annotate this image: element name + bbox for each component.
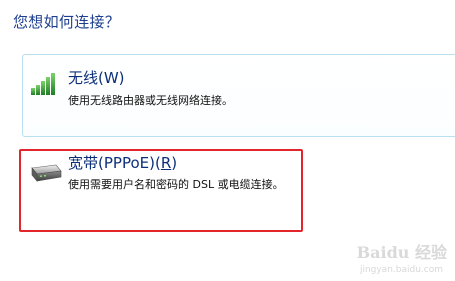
page-question: 您想如何连接？ bbox=[13, 13, 121, 31]
watermark-url: jingyan.baidu.com bbox=[359, 265, 443, 275]
connection-wizard: 您想如何连接？ 无线(W) 使用无线路由器或无线网络连接。 宽带(PPPoE)(… bbox=[0, 0, 455, 281]
wireless-option-description: 使用无线路由器或无线网络连接。 bbox=[68, 94, 233, 107]
wireless-option-title: 无线(W) bbox=[68, 69, 125, 87]
wireless-signal-icon bbox=[31, 71, 61, 99]
watermark-logo: Baidu 经验 bbox=[356, 243, 447, 262]
highlight-annotation-box bbox=[19, 149, 303, 232]
wireless-option[interactable]: 无线(W) 使用无线路由器或无线网络连接。 bbox=[22, 54, 455, 137]
